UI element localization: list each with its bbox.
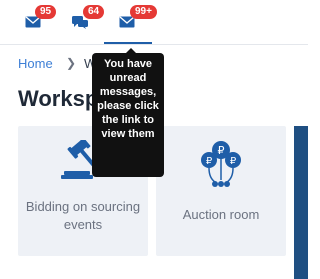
chat-nav-button[interactable]: 64 <box>72 5 105 30</box>
chat-count-badge: 64 <box>83 5 105 19</box>
mail-count-badge: 95 <box>35 5 57 19</box>
mail-nav-button[interactable]: 95 <box>25 5 57 30</box>
notifications-count-badge: 99+ <box>130 5 157 19</box>
svg-text:₽: ₽ <box>218 144 225 157</box>
unread-messages-tooltip: You have unread messages, please click t… <box>92 48 164 177</box>
svg-text:₽: ₽ <box>230 156 237 167</box>
breadcrumb: Home ❯ W <box>18 56 96 71</box>
auction-room-card[interactable]: ₽ ₽ ₽ Auction room <box>156 126 286 256</box>
page-title: Worksp <box>18 86 99 111</box>
notifications-nav-button[interactable]: 99+ <box>119 5 157 30</box>
auction-room-card-label: Auction room <box>182 207 260 222</box>
ruble-coins-icon: ₽ ₽ ₽ <box>156 140 286 190</box>
top-navigation-bar: 95 64 99+ <box>0 0 308 45</box>
breadcrumb-home-link[interactable]: Home <box>18 56 53 71</box>
active-tab-indicator <box>104 42 152 44</box>
svg-text:₽: ₽ <box>206 156 213 167</box>
bidding-card-label: Bidding on sourcing events <box>25 199 141 232</box>
side-panel-edge <box>294 126 308 279</box>
chevron-right-icon: ❯ <box>66 56 77 70</box>
